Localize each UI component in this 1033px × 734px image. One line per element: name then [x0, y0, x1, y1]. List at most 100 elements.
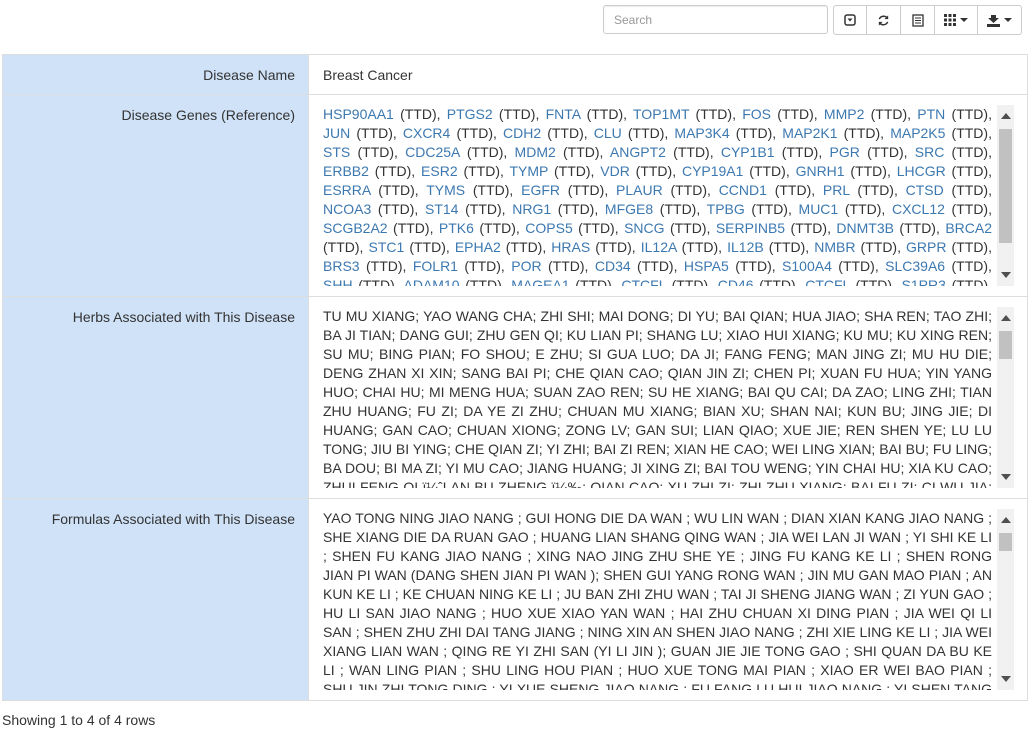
gene-link[interactable]: MFGE8 [605, 201, 653, 217]
gene-link[interactable]: ADAM10 [404, 277, 460, 286]
gene-link[interactable]: TYMS [426, 182, 465, 198]
formulas-scrollbox[interactable]: YAO TONG NING JIAO NANG ; GUI HONG DIE D… [323, 509, 1014, 690]
scroll-down-icon[interactable] [1001, 676, 1011, 682]
gene-item: PTN (TTD), [917, 106, 992, 122]
gene-link[interactable]: CCND1 [719, 182, 767, 198]
scroll-thumb[interactable] [999, 533, 1012, 551]
gene-link[interactable]: FOS [742, 106, 771, 122]
scrollbar[interactable] [997, 105, 1014, 286]
gene-link[interactable]: STS [323, 144, 350, 160]
gene-link[interactable]: TOP1MT [633, 106, 689, 122]
gene-link[interactable]: SHH [323, 277, 353, 286]
gene-reference: (TTD), [944, 201, 992, 217]
gene-link[interactable]: POR [511, 258, 541, 274]
gene-link[interactable]: IL12B [727, 239, 764, 255]
gene-link[interactable]: S1PR3 [902, 277, 946, 286]
gene-link[interactable]: SRC [915, 144, 945, 160]
gene-link[interactable]: ST14 [425, 201, 458, 217]
gene-link[interactable]: SERPINB5 [716, 220, 785, 236]
toggle-view-button[interactable] [900, 5, 935, 35]
gene-link[interactable]: BRCA2 [945, 220, 992, 236]
gene-link[interactable]: HSP90AA1 [323, 106, 394, 122]
gene-link[interactable]: MAP2K1 [782, 125, 837, 141]
gene-link[interactable]: FOLR1 [413, 258, 458, 274]
gene-link[interactable]: NMBR [814, 239, 855, 255]
gene-link[interactable]: VDR [600, 163, 630, 179]
gene-link[interactable]: PGR [829, 144, 859, 160]
gene-link[interactable]: ESR2 [421, 163, 458, 179]
gene-link[interactable]: GRPR [906, 239, 946, 255]
gene-link[interactable]: PTGS2 [447, 106, 493, 122]
gene-link[interactable]: SLC39A6 [885, 258, 945, 274]
toggle-pagination-button[interactable] [833, 5, 867, 35]
gene-link[interactable]: TPBG [707, 201, 745, 217]
gene-link[interactable]: PLAUR [616, 182, 663, 198]
gene-reference: (TTD), [458, 201, 513, 217]
scrollbar[interactable] [997, 307, 1014, 488]
gene-link[interactable]: EGFR [521, 182, 560, 198]
gene-link[interactable]: IL12A [641, 239, 677, 255]
gene-link[interactable]: CDH2 [503, 125, 541, 141]
gene-link[interactable]: ESRRA [323, 182, 370, 198]
herbs-scrollbox[interactable]: TU MU XIANG; YAO WANG CHA; ZHI SHI; MAI … [323, 307, 1014, 488]
scroll-down-icon[interactable] [1001, 272, 1011, 278]
refresh-button[interactable] [866, 5, 901, 35]
gene-link[interactable]: GNRH1 [796, 163, 845, 179]
gene-link[interactable]: MDM2 [515, 144, 556, 160]
gene-item: GRPR (TTD), [906, 239, 992, 255]
scroll-down-icon[interactable] [1001, 474, 1011, 480]
gene-link[interactable]: EPHA2 [455, 239, 501, 255]
gene-link[interactable]: CTCFL [621, 277, 666, 286]
gene-link[interactable]: LHCGR [897, 163, 946, 179]
gene-link[interactable]: CYP1B1 [721, 144, 775, 160]
gene-reference: (TTD), [838, 201, 892, 217]
export-dropdown-button[interactable] [977, 5, 1022, 35]
scroll-thumb[interactable] [999, 129, 1012, 243]
gene-reference: (TTD), [774, 144, 830, 160]
gene-link[interactable]: MMP2 [824, 106, 864, 122]
gene-link[interactable]: DNMT3B [836, 220, 894, 236]
gene-link[interactable]: CXCR4 [403, 125, 450, 141]
gene-link[interactable]: PTK6 [439, 220, 474, 236]
gene-item: VDR (TTD), [600, 163, 682, 179]
columns-dropdown-button[interactable] [934, 5, 978, 35]
gene-link[interactable]: CYP19A1 [682, 163, 743, 179]
genes-scrollbox[interactable]: HSP90AA1 (TTD), PTGS2 (TTD), FNTA (TTD),… [323, 105, 1014, 286]
gene-link[interactable]: ERBB2 [323, 163, 369, 179]
gene-item: MAP2K5 (TTD), [890, 125, 992, 141]
scroll-up-icon[interactable] [1001, 113, 1011, 119]
gene-link[interactable]: CXCL12 [892, 201, 945, 217]
scroll-up-icon[interactable] [1001, 315, 1011, 321]
gene-link[interactable]: ANGPT2 [610, 144, 666, 160]
gene-link[interactable]: CTSD [906, 182, 944, 198]
gene-link[interactable]: HRAS [551, 239, 590, 255]
gene-link[interactable]: FNTA [546, 106, 581, 122]
gene-link[interactable]: CTCFL [805, 277, 850, 286]
gene-link[interactable]: STC1 [368, 239, 404, 255]
scrollbar[interactable] [997, 509, 1014, 690]
gene-link[interactable]: NRG1 [512, 201, 551, 217]
gene-link[interactable]: SCGB2A2 [323, 220, 388, 236]
gene-link[interactable]: MAGEA1 [511, 277, 569, 286]
gene-link[interactable]: TYMP [510, 163, 549, 179]
gene-link[interactable]: CDC25A [405, 144, 459, 160]
gene-link[interactable]: PTN [917, 106, 945, 122]
gene-link[interactable]: MAP3K4 [674, 125, 729, 141]
gene-link[interactable]: CD46 [718, 277, 754, 286]
gene-link[interactable]: MUC1 [799, 201, 839, 217]
gene-link[interactable]: BRS3 [323, 258, 360, 274]
search-input[interactable] [603, 5, 828, 34]
gene-link[interactable]: JUN [323, 125, 350, 141]
scroll-up-icon[interactable] [1001, 517, 1011, 523]
gene-link[interactable]: COPS5 [525, 220, 572, 236]
gene-link[interactable]: NCOA3 [323, 201, 371, 217]
gene-link[interactable]: SNCG [624, 220, 664, 236]
gene-link[interactable]: PRL [823, 182, 850, 198]
gene-link[interactable]: MAP2K5 [890, 125, 945, 141]
scroll-thumb[interactable] [999, 331, 1012, 359]
gene-link[interactable]: CLU [594, 125, 622, 141]
toolbar-button-group [833, 5, 1022, 35]
gene-link[interactable]: CD34 [595, 258, 631, 274]
gene-link[interactable]: HSPA5 [684, 258, 729, 274]
gene-link[interactable]: S100A4 [782, 258, 832, 274]
